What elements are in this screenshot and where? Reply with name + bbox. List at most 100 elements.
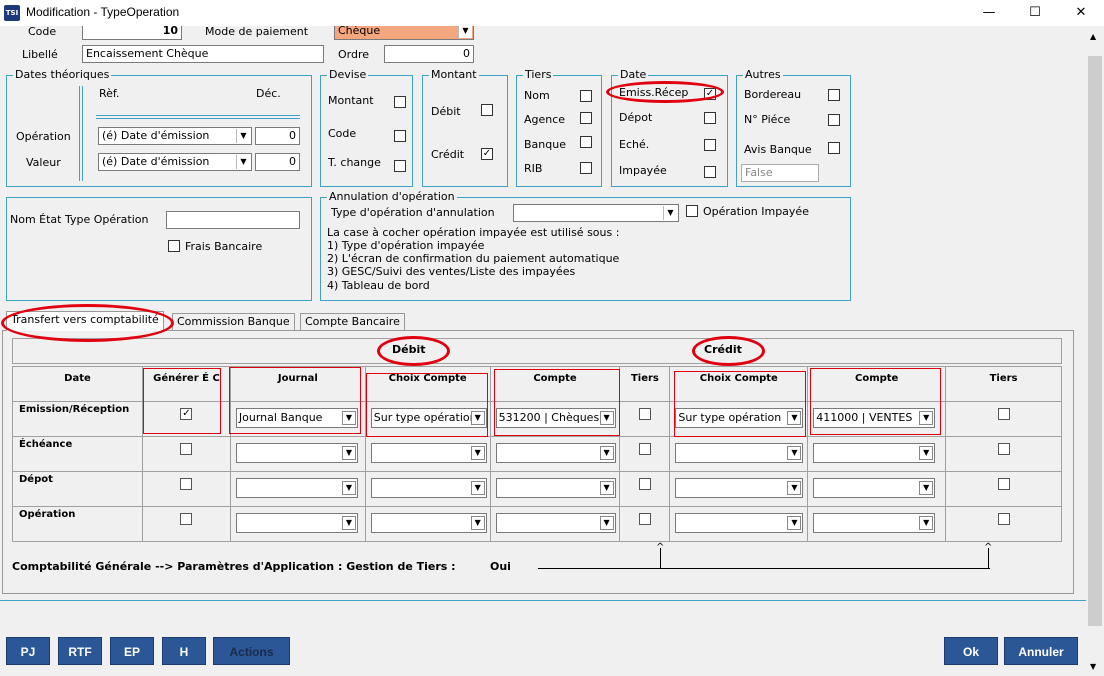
h-button[interactable]: H <box>162 637 206 665</box>
compte-credit-cell: ▼ <box>807 506 947 542</box>
scrollbar-thumb[interactable] <box>1088 56 1102 626</box>
compte-debit-select[interactable]: ▼ <box>495 443 616 463</box>
autres-group-title: Autres <box>743 68 783 81</box>
generer-checkbox[interactable] <box>180 513 193 525</box>
ref-header: Rèf. <box>99 87 120 100</box>
devise-code-checkbox[interactable] <box>394 130 406 142</box>
ordre-field[interactable]: 0 <box>384 45 474 63</box>
credit-annotation <box>692 336 765 366</box>
chevron-down-icon[interactable]: ▼ <box>236 155 250 169</box>
minimize-button[interactable]: — <box>966 0 1012 26</box>
tiers-rib-checkbox[interactable] <box>580 162 592 174</box>
choix-compte-debit-select[interactable]: ▼ <box>370 443 487 463</box>
tiers-debit-checkbox[interactable] <box>638 478 651 490</box>
compte-debit-select[interactable]: ▼ <box>495 513 616 533</box>
tiers-credit-checkbox[interactable] <box>997 478 1010 490</box>
frais-bancaire-checkbox[interactable] <box>168 240 180 252</box>
libelle-label: Libellé <box>22 48 58 61</box>
operation-dec-field[interactable]: 0 <box>255 127 300 145</box>
impayee-checkbox[interactable] <box>704 166 716 178</box>
generer-checkbox[interactable] <box>180 443 193 455</box>
operation-date-select[interactable]: (é) Date d'émission ▼ <box>98 127 252 145</box>
ok-button[interactable]: Ok <box>944 637 998 665</box>
choix-compte-debit-select[interactable]: ▼ <box>370 478 487 498</box>
chevron-down-icon[interactable]: ▼ <box>470 446 485 460</box>
vertical-scrollbar[interactable]: ▲ ▼ <box>1086 26 1104 676</box>
debit-checkbox[interactable] <box>481 104 493 116</box>
emiss-recep-annotation <box>606 81 724 103</box>
choix-compte-credit-select[interactable]: ▼ <box>675 513 804 533</box>
bordereau-checkbox[interactable] <box>828 89 840 101</box>
valeur-date-value: (é) Date d'émission <box>102 155 210 168</box>
devise-montant-checkbox[interactable] <box>394 96 406 108</box>
journal-select[interactable]: ▼ <box>235 478 358 498</box>
chevron-down-icon[interactable]: ▼ <box>470 481 485 495</box>
mode-paiement-select[interactable]: Chèque ▼ <box>334 26 474 40</box>
compte-credit-select[interactable]: ▼ <box>813 443 936 463</box>
chevron-down-icon[interactable]: ▼ <box>236 129 250 143</box>
compte-debit-select[interactable]: ▼ <box>495 478 616 498</box>
compte-credit-cell: ▼ <box>807 436 947 472</box>
avis-banque-checkbox[interactable] <box>828 142 840 154</box>
tiers-agence-checkbox[interactable] <box>580 112 592 124</box>
generer-checkbox[interactable] <box>180 478 193 490</box>
chevron-down-icon[interactable]: ▼ <box>919 481 934 495</box>
tiers-nom-checkbox[interactable] <box>580 90 592 102</box>
annuler-button[interactable]: Annuler <box>1004 637 1078 665</box>
chevron-down-icon[interactable]: ▼ <box>663 206 677 220</box>
chevron-down-icon[interactable]: ▼ <box>458 26 472 38</box>
tiers-banque-label: Banque <box>524 138 566 151</box>
journal-annotation <box>229 367 361 434</box>
depot-checkbox[interactable] <box>704 112 716 124</box>
close-button[interactable]: ✕ <box>1058 0 1104 26</box>
credit-checkbox[interactable]: ✓ <box>481 148 493 160</box>
actions-button[interactable]: Actions <box>213 637 290 665</box>
chevron-down-icon[interactable]: ▼ <box>599 481 614 495</box>
type-annulation-select[interactable]: ▼ <box>513 204 679 222</box>
tiers-debit-checkbox[interactable] <box>638 443 651 455</box>
chevron-down-icon[interactable]: ▼ <box>919 446 934 460</box>
chevron-down-icon[interactable]: ▼ <box>599 446 614 460</box>
tiers-credit-checkbox[interactable] <box>997 513 1010 525</box>
date-group-title: Date <box>618 68 649 81</box>
journal-select[interactable]: ▼ <box>235 443 358 463</box>
tab-compte-bancaire[interactable]: Compte Bancaire <box>300 313 405 331</box>
journal-cell: ▼ <box>229 506 366 542</box>
npiece-checkbox[interactable] <box>828 114 840 126</box>
chevron-down-icon[interactable]: ▼ <box>599 516 614 530</box>
chevron-down-icon[interactable]: ▼ <box>787 516 802 530</box>
choix-compte-debit-select[interactable]: ▼ <box>370 513 487 533</box>
chevron-down-icon[interactable]: ▼ <box>787 446 802 460</box>
journal-select[interactable]: ▼ <box>235 513 358 533</box>
code-field[interactable]: 10 <box>82 26 182 40</box>
choix-compte-credit-select[interactable]: ▼ <box>675 443 804 463</box>
tab-commission-banque[interactable]: Commission Banque <box>172 313 295 331</box>
valeur-date-select[interactable]: (é) Date d'émission ▼ <box>98 153 252 171</box>
rtf-button[interactable]: RTF <box>58 637 102 665</box>
mode-paiement-label: Mode de paiement <box>205 26 309 38</box>
choix-compte-credit-select[interactable]: ▼ <box>675 478 804 498</box>
bordereau-label: Bordereau <box>744 88 802 101</box>
compte-credit-select[interactable]: ▼ <box>813 513 936 533</box>
operation-impayee-checkbox[interactable] <box>686 205 698 217</box>
tiers-credit-checkbox[interactable] <box>997 408 1010 420</box>
chevron-down-icon[interactable]: ▼ <box>341 481 356 495</box>
compte-credit-select[interactable]: ▼ <box>813 478 936 498</box>
chevron-down-icon[interactable]: ▼ <box>341 516 356 530</box>
valeur-dec-field[interactable]: 0 <box>255 153 300 171</box>
maximize-button[interactable]: ☐ <box>1012 0 1058 26</box>
devise-tchange-checkbox[interactable] <box>394 160 406 172</box>
nom-etat-field[interactable] <box>166 211 300 229</box>
pj-button[interactable]: PJ <box>6 637 50 665</box>
chevron-down-icon[interactable]: ▼ <box>919 516 934 530</box>
tiers-debit-checkbox[interactable] <box>638 408 651 420</box>
eche-checkbox[interactable] <box>704 139 716 151</box>
tiers-banque-checkbox[interactable] <box>580 136 592 148</box>
tiers-credit-checkbox[interactable] <box>997 443 1010 455</box>
tiers-debit-checkbox[interactable] <box>638 513 651 525</box>
chevron-down-icon[interactable]: ▼ <box>341 446 356 460</box>
chevron-down-icon[interactable]: ▼ <box>787 481 802 495</box>
chevron-down-icon[interactable]: ▼ <box>470 516 485 530</box>
ep-button[interactable]: EP <box>110 637 154 665</box>
libelle-field[interactable]: Encaissement Chèque <box>82 45 324 63</box>
